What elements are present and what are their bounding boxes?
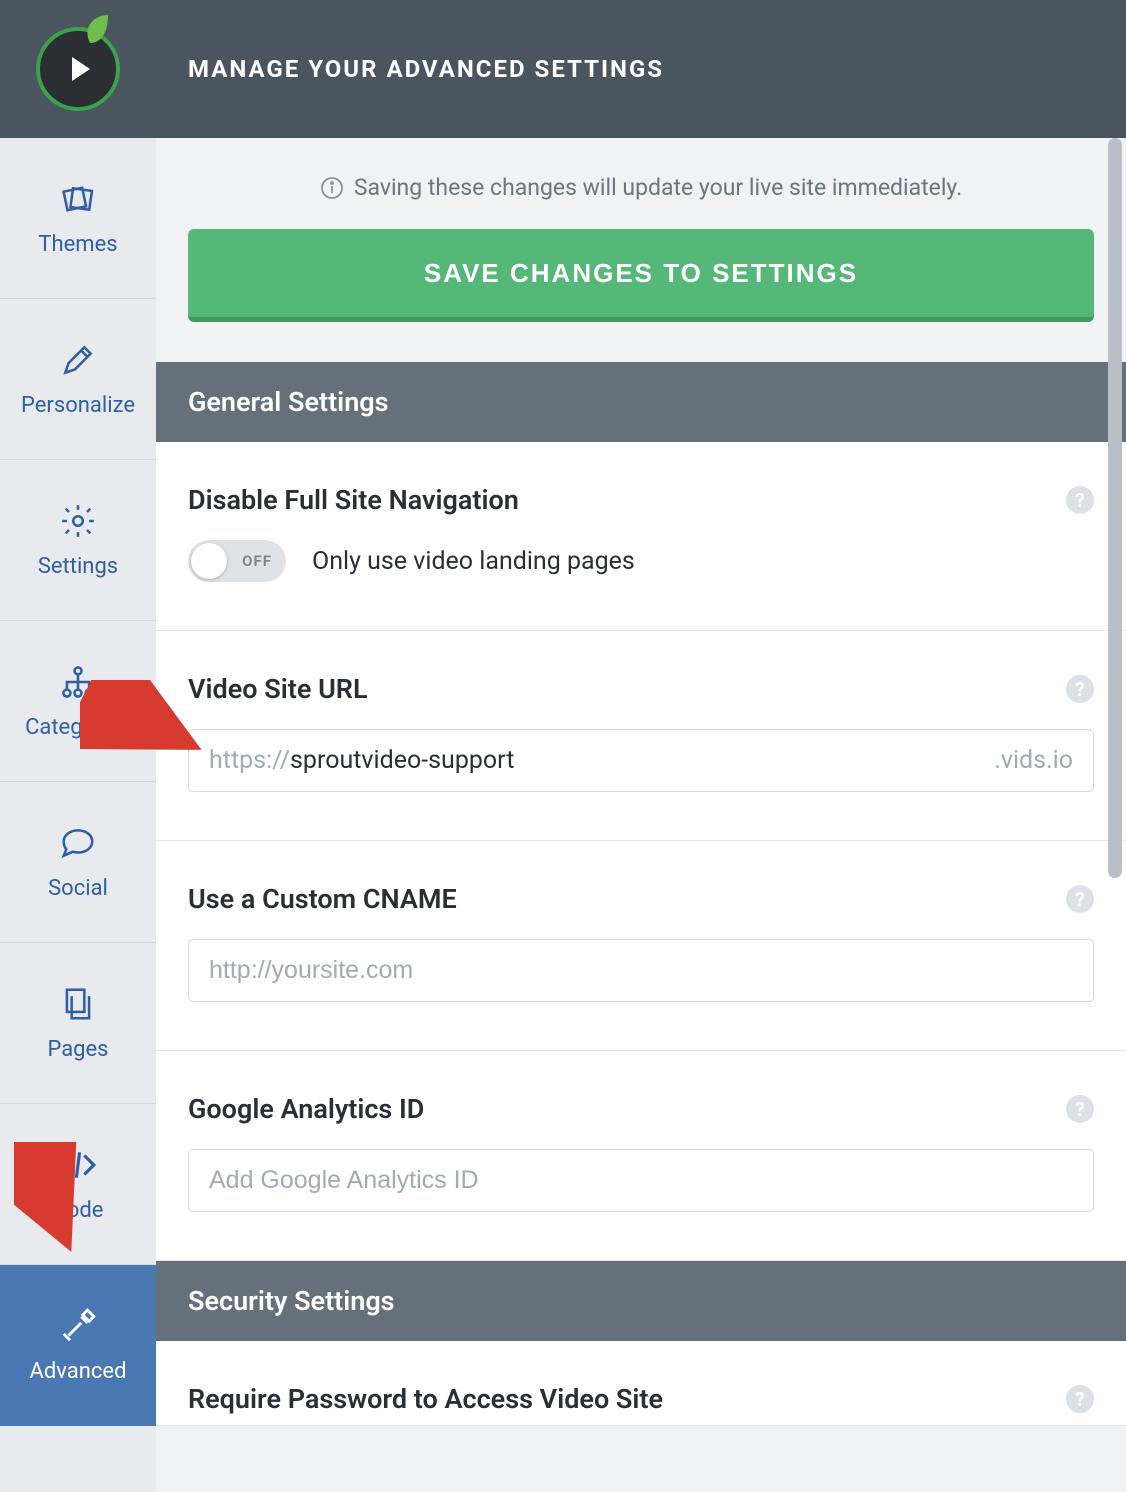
sidebar-item-pages[interactable]: Pages	[0, 943, 156, 1104]
password-heading: Require Password to Access Video Site	[188, 1383, 663, 1415]
help-icon[interactable]: ?	[1066, 675, 1094, 703]
panel-cname: Use a Custom CNAME ?	[156, 841, 1126, 1051]
disable-nav-toggle[interactable]: OFF	[188, 540, 286, 582]
sidebar-item-social[interactable]: Social	[0, 782, 156, 943]
sidebar-item-advanced[interactable]: Advanced	[0, 1265, 156, 1426]
sidebar-item-label: Categories	[25, 715, 131, 740]
help-icon[interactable]: ?	[1066, 486, 1094, 514]
url-value: sproutvideo-support	[290, 746, 514, 775]
sidebar: Themes Personalize Settings Categories S…	[0, 0, 156, 1492]
page-title: MANAGE YOUR ADVANCED SETTINGS	[188, 55, 664, 83]
leaf-icon	[84, 13, 110, 45]
sidebar-item-categories[interactable]: Categories	[0, 621, 156, 782]
themes-icon	[59, 180, 97, 218]
site-url-input[interactable]: https://sproutvideo-support .vids.io	[188, 729, 1094, 792]
code-icon	[59, 1146, 97, 1184]
site-url-heading: Video Site URL	[188, 673, 368, 705]
play-icon	[72, 57, 90, 81]
disable-nav-desc: Only use video landing pages	[312, 547, 635, 576]
sidebar-item-settings[interactable]: Settings	[0, 460, 156, 621]
sidebar-item-label: Pages	[47, 1037, 108, 1062]
help-icon[interactable]: ?	[1066, 1095, 1094, 1123]
scrollbar[interactable]	[1108, 138, 1122, 878]
sidebar-item-label: Themes	[38, 232, 117, 257]
gear-icon	[59, 502, 97, 540]
sidebar-item-label: Social	[48, 876, 108, 901]
analytics-heading: Google Analytics ID	[188, 1093, 424, 1125]
sidebar-item-label: Personalize	[21, 393, 135, 418]
save-button[interactable]: SAVE CHANGES TO SETTINGS	[188, 229, 1094, 322]
pages-icon	[59, 985, 97, 1023]
sidebar-item-personalize[interactable]: Personalize	[0, 299, 156, 460]
sidebar-item-label: Code	[53, 1198, 104, 1223]
page-header: MANAGE YOUR ADVANCED SETTINGS	[156, 0, 1126, 138]
panel-disable-nav: Disable Full Site Navigation ? OFF Only …	[156, 442, 1126, 631]
help-icon[interactable]: ?	[1066, 1385, 1094, 1413]
panel-site-url: Video Site URL ? https://sproutvideo-sup…	[156, 631, 1126, 841]
pencil-icon	[59, 341, 97, 379]
section-security: Security Settings	[156, 1261, 1126, 1341]
logo[interactable]	[0, 0, 156, 138]
help-icon[interactable]: ?	[1066, 885, 1094, 913]
panel-analytics: Google Analytics ID ?	[156, 1051, 1126, 1261]
analytics-input[interactable]	[209, 1166, 1073, 1195]
disable-nav-heading: Disable Full Site Navigation	[188, 484, 519, 516]
sidebar-item-themes[interactable]: Themes	[0, 138, 156, 299]
cname-heading: Use a Custom CNAME	[188, 883, 457, 915]
url-prefix: https://	[209, 746, 290, 775]
save-info: Saving these changes will update your li…	[188, 174, 1094, 201]
info-icon	[320, 176, 344, 200]
sidebar-item-label: Advanced	[30, 1359, 127, 1384]
tools-icon	[59, 1307, 97, 1345]
sidebar-item-code[interactable]: Code	[0, 1104, 156, 1265]
tree-icon	[59, 663, 97, 701]
sidebar-item-label: Settings	[38, 554, 118, 579]
cname-input[interactable]	[209, 956, 1073, 985]
section-general: General Settings	[156, 362, 1126, 442]
url-suffix: .vids.io	[994, 746, 1073, 775]
panel-password: Require Password to Access Video Site ?	[156, 1341, 1126, 1426]
chat-icon	[59, 824, 97, 862]
